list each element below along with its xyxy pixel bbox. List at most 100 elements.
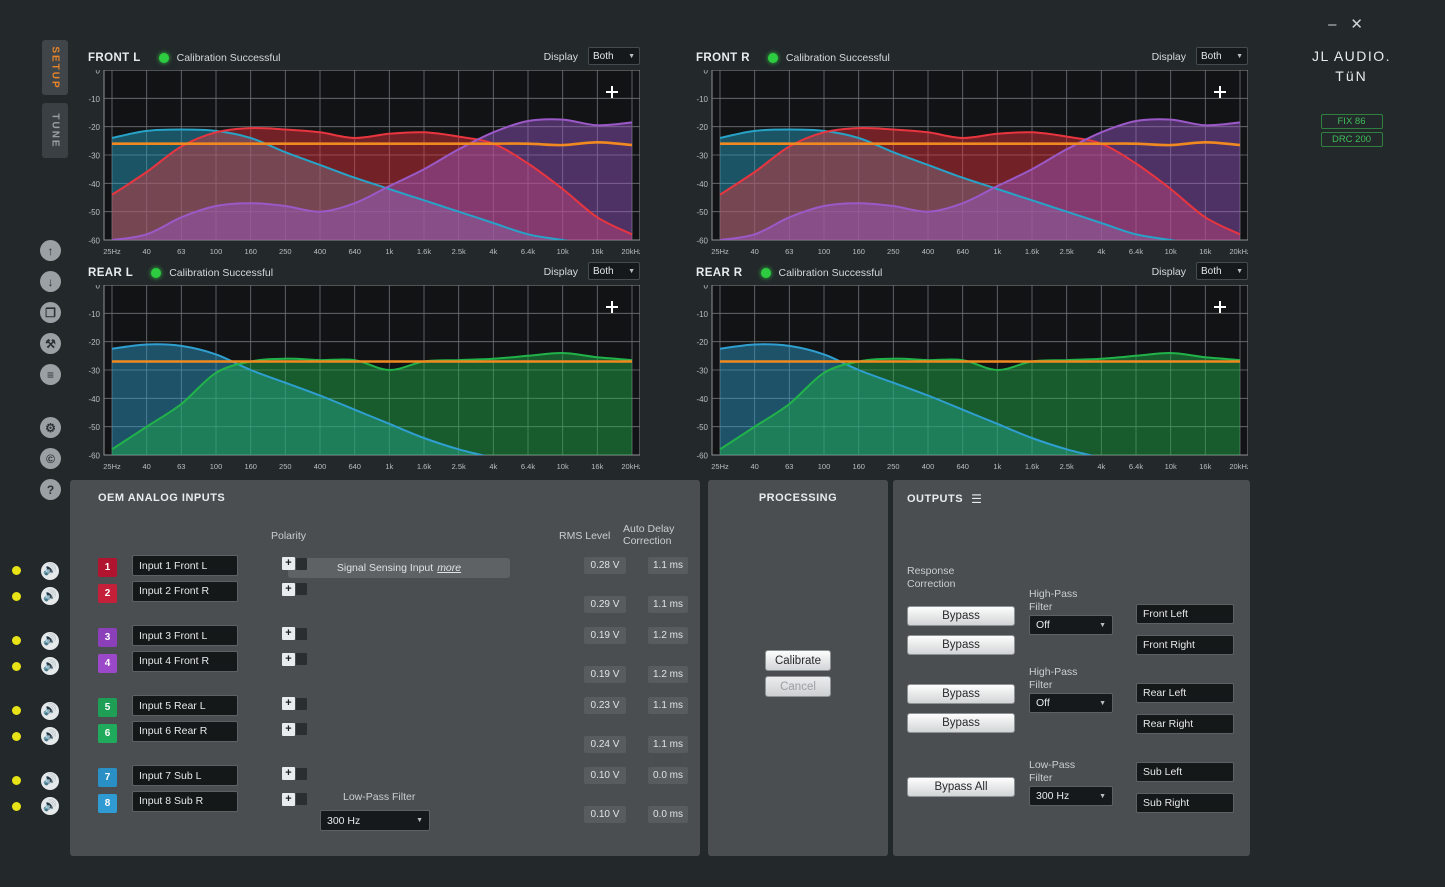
input-row: 3Input 3 Front L+0.19 V1.2 ms: [98, 625, 688, 651]
input-low-pass-filter-select[interactable]: 300 Hz ▼: [320, 810, 430, 831]
input-name-field[interactable]: Input 2 Front R: [132, 581, 238, 602]
frequency-response-plot[interactable]: 0-10-20-30-40-50-6025Hz40631001602504006…: [696, 285, 1248, 477]
display-select[interactable]: Both▼: [1196, 47, 1248, 65]
input-name-field[interactable]: Input 3 Front L: [132, 625, 238, 646]
svg-text:-10: -10: [88, 95, 100, 104]
svg-text:4k: 4k: [489, 247, 497, 256]
calibrate-button[interactable]: Calibrate: [765, 650, 831, 671]
output-name-field[interactable]: Rear Right: [1136, 714, 1234, 734]
svg-text:-10: -10: [696, 310, 708, 319]
tab-setup[interactable]: SETUP: [42, 40, 68, 95]
input-row: 4Input 4 Front R+0.19 V1.2 ms: [98, 651, 688, 677]
display-label: Display: [544, 51, 578, 63]
input-name-field[interactable]: Input 8 Sub R: [132, 791, 238, 812]
tab-tune-label: TUNE: [50, 113, 61, 148]
filter-select[interactable]: Off▼: [1029, 693, 1113, 713]
display-select[interactable]: Both▼: [588, 47, 640, 65]
input-name-field[interactable]: Input 1 Front L: [132, 555, 238, 576]
chevron-down-icon: ▼: [1099, 700, 1106, 707]
download-icon[interactable]: ↓: [40, 271, 61, 292]
graph-title: REAR R: [696, 267, 743, 279]
display-select[interactable]: Both▼: [1196, 262, 1248, 280]
menu-icon[interactable]: ☰: [971, 492, 982, 506]
input-name-field[interactable]: Input 4 Front R: [132, 651, 238, 672]
plot-area[interactable]: 0-10-20-30-40-50-6025Hz40631001602504006…: [696, 70, 1248, 240]
output-name-field[interactable]: Rear Left: [1136, 683, 1234, 703]
svg-text:-20: -20: [696, 338, 708, 347]
input-name-field[interactable]: Input 5 Rear L: [132, 695, 238, 716]
polarity-minus-icon: [296, 583, 307, 595]
bypass-button[interactable]: Bypass: [907, 713, 1015, 733]
input-number-badge: 3: [98, 628, 117, 647]
input-speaker-icon[interactable]: 🔊: [41, 797, 59, 815]
list-icon[interactable]: ≡: [40, 364, 61, 385]
input-active-indicator: [12, 636, 21, 645]
filter-select[interactable]: 300 Hz▼: [1029, 786, 1113, 806]
bypass-button[interactable]: Bypass: [907, 606, 1015, 626]
output-name-field[interactable]: Front Left: [1136, 604, 1234, 624]
plot-area[interactable]: 0-10-20-30-40-50-6025Hz40631001602504006…: [88, 285, 640, 455]
svg-text:16k: 16k: [591, 462, 603, 471]
tab-tune[interactable]: TUNE: [42, 103, 68, 158]
output-name-field[interactable]: Sub Right: [1136, 793, 1234, 813]
filter-select[interactable]: Off▼: [1029, 615, 1113, 635]
input-speaker-icon[interactable]: 🔊: [41, 727, 59, 745]
input-low-pass-filter-label: Low-Pass Filter: [343, 791, 415, 803]
filter-label-line1: Low-Pass: [1029, 759, 1075, 772]
svg-text:-50: -50: [88, 208, 100, 217]
plot-area[interactable]: 0-10-20-30-40-50-6025Hz40631001602504006…: [696, 285, 1248, 455]
polarity-toggle[interactable]: +: [282, 583, 307, 596]
polarity-minus-icon: [296, 793, 307, 805]
svg-text:-30: -30: [696, 367, 708, 376]
polarity-toggle[interactable]: +: [282, 723, 307, 736]
polarity-toggle[interactable]: +: [282, 627, 307, 640]
frequency-response-plot[interactable]: 0-10-20-30-40-50-6025Hz40631001602504006…: [88, 285, 640, 477]
input-speaker-icon[interactable]: 🔊: [41, 632, 59, 650]
bypass-button[interactable]: Bypass All: [907, 777, 1015, 797]
output-name-field[interactable]: Front Right: [1136, 635, 1234, 655]
outputs-panel-header: OUTPUTS ☰: [907, 492, 982, 506]
svg-text:16k: 16k: [1199, 247, 1211, 256]
svg-text:160: 160: [244, 247, 257, 256]
frequency-response-plot[interactable]: 0-10-20-30-40-50-6025Hz40631001602504006…: [88, 70, 640, 262]
display-value: Both: [1201, 266, 1222, 277]
svg-text:16k: 16k: [591, 247, 603, 256]
polarity-toggle[interactable]: +: [282, 557, 307, 570]
polarity-plus-icon: +: [282, 723, 295, 736]
bypass-button[interactable]: Bypass: [907, 635, 1015, 655]
input-low-pass-filter-value: 300 Hz: [327, 815, 360, 827]
input-speaker-icon[interactable]: 🔊: [41, 702, 59, 720]
polarity-toggle[interactable]: +: [282, 793, 307, 806]
input-speaker-icon[interactable]: 🔊: [41, 657, 59, 675]
display-select[interactable]: Both▼: [588, 262, 640, 280]
polarity-minus-icon: [296, 558, 307, 570]
input-speaker-icon[interactable]: 🔊: [41, 562, 59, 580]
svg-text:160: 160: [852, 247, 865, 256]
filter-value: Off: [1036, 619, 1050, 631]
input-speaker-icon[interactable]: 🔊: [41, 587, 59, 605]
polarity-toggle[interactable]: +: [282, 653, 307, 666]
input-name-field[interactable]: Input 6 Rear R: [132, 721, 238, 742]
input-speaker-icon[interactable]: 🔊: [41, 772, 59, 790]
copyright-icon[interactable]: ©: [40, 448, 61, 469]
wrench-icon[interactable]: ⚒: [40, 333, 61, 354]
help-icon[interactable]: ?: [40, 479, 61, 500]
polarity-toggle[interactable]: +: [282, 767, 307, 780]
plot-area[interactable]: 0-10-20-30-40-50-6025Hz40631001602504006…: [88, 70, 640, 240]
badge-drc[interactable]: DRC 200: [1321, 132, 1383, 147]
upload-icon[interactable]: ↑: [40, 240, 61, 261]
svg-text:6.4k: 6.4k: [521, 247, 535, 256]
copy-icon[interactable]: ❐: [40, 302, 61, 323]
polarity-toggle[interactable]: +: [282, 697, 307, 710]
gear-icon[interactable]: ⚙: [40, 417, 61, 438]
output-name-field[interactable]: Sub Left: [1136, 762, 1234, 782]
badge-fix[interactable]: FIX 86: [1321, 114, 1383, 129]
frequency-response-plot[interactable]: 0-10-20-30-40-50-6025Hz40631001602504006…: [696, 70, 1248, 262]
bypass-button[interactable]: Bypass: [907, 684, 1015, 704]
polarity-plus-icon: +: [282, 627, 295, 640]
svg-text:-50: -50: [696, 208, 708, 217]
cancel-button[interactable]: Cancel: [765, 676, 831, 697]
input-name-field[interactable]: Input 7 Sub L: [132, 765, 238, 786]
input-mute-row: 🔊: [8, 584, 59, 610]
auto-delay-header-line2: Correction: [623, 535, 674, 547]
